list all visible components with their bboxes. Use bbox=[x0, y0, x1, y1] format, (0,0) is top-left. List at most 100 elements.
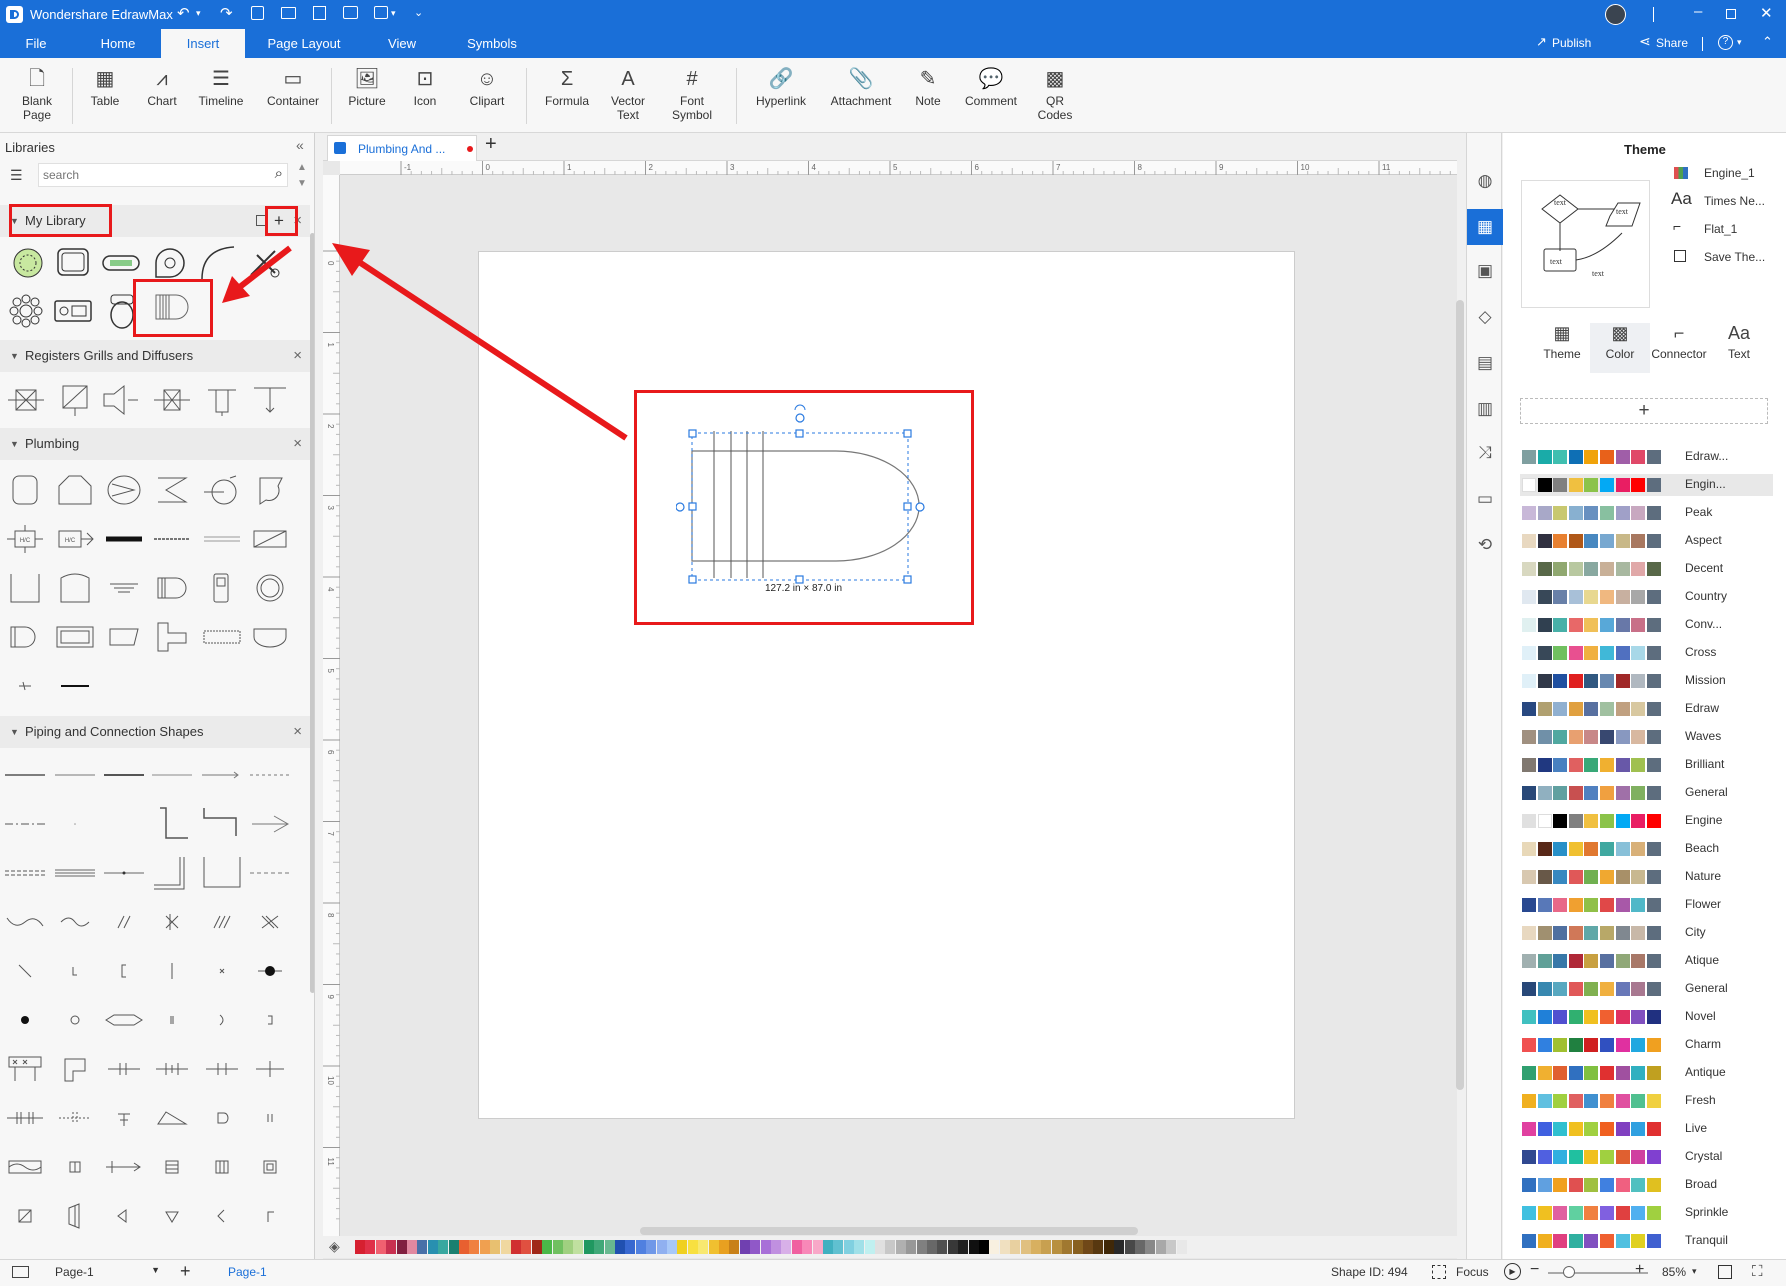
zoom-out-icon[interactable]: − bbox=[1530, 1261, 1539, 1279]
hyperlink-button[interactable]: 🔗 Hyperlink bbox=[749, 64, 813, 128]
theme-preview[interactable]: text text text text bbox=[1521, 180, 1650, 308]
page-icon[interactable]: ▤ bbox=[1467, 345, 1503, 381]
color-swatch[interactable] bbox=[1145, 1240, 1156, 1254]
palette-row[interactable]: Crystal bbox=[1520, 1146, 1773, 1168]
library-shape[interactable] bbox=[55, 1051, 95, 1087]
palette-row[interactable]: Cross bbox=[1520, 642, 1773, 664]
color-swatch[interactable] bbox=[469, 1240, 480, 1254]
timeline-button[interactable]: ☰ Timeline bbox=[190, 64, 252, 128]
palette-row[interactable]: Live bbox=[1520, 1118, 1773, 1140]
palette-row[interactable]: Peak bbox=[1520, 502, 1773, 524]
library-shape[interactable]: H/C bbox=[55, 521, 95, 557]
color-swatch[interactable] bbox=[791, 1240, 802, 1254]
library-shape[interactable] bbox=[55, 904, 95, 940]
color-swatch[interactable] bbox=[916, 1240, 927, 1254]
color-swatch[interactable] bbox=[812, 1240, 823, 1254]
open-folder-icon[interactable] bbox=[281, 7, 296, 19]
library-shape[interactable] bbox=[104, 904, 144, 940]
palette-row[interactable]: Edraw... bbox=[1520, 446, 1773, 468]
color-swatch[interactable] bbox=[833, 1240, 844, 1254]
color-swatch[interactable] bbox=[719, 1240, 729, 1254]
color-swatch[interactable] bbox=[656, 1240, 667, 1254]
color-swatch[interactable] bbox=[479, 1240, 490, 1254]
library-shape[interactable] bbox=[202, 904, 242, 940]
library-shape[interactable] bbox=[250, 1100, 290, 1136]
library-shape[interactable] bbox=[5, 806, 45, 842]
palette-row[interactable]: City bbox=[1520, 922, 1773, 944]
color-swatch[interactable] bbox=[823, 1240, 833, 1254]
color-swatch[interactable] bbox=[989, 1240, 1000, 1254]
color-swatch[interactable] bbox=[1062, 1240, 1073, 1254]
library-shape[interactable] bbox=[5, 1149, 45, 1185]
user-avatar[interactable] bbox=[1605, 4, 1626, 25]
color-swatch[interactable] bbox=[542, 1240, 553, 1254]
drawing-page[interactable] bbox=[478, 251, 1295, 1119]
theme-option[interactable]: Times Ne... bbox=[1704, 194, 1765, 208]
color-swatch[interactable] bbox=[552, 1240, 563, 1254]
picture-button[interactable]: 🖼 Picture bbox=[342, 64, 392, 128]
library-shape[interactable] bbox=[250, 855, 290, 891]
color-swatch[interactable] bbox=[781, 1240, 792, 1254]
library-menu-icon[interactable]: ☰ bbox=[10, 167, 23, 184]
library-shape[interactable] bbox=[250, 472, 290, 508]
palette-row[interactable]: Conv... bbox=[1520, 614, 1773, 636]
share-icon[interactable]: ⋖ bbox=[1639, 33, 1651, 50]
library-shape[interactable] bbox=[152, 953, 192, 989]
palette-row[interactable]: Country bbox=[1520, 586, 1773, 608]
vector-text-button[interactable]: A Vector Text bbox=[604, 64, 652, 128]
color-swatch[interactable] bbox=[573, 1240, 584, 1254]
horizontal-scrollbar[interactable] bbox=[640, 1227, 1138, 1235]
color-swatch[interactable] bbox=[1031, 1240, 1041, 1254]
library-shape[interactable] bbox=[202, 619, 242, 655]
palette-row[interactable]: General bbox=[1520, 782, 1773, 804]
palette-row[interactable]: Engine bbox=[1520, 810, 1773, 832]
palette-row[interactable]: Broad bbox=[1520, 1174, 1773, 1196]
library-shape[interactable] bbox=[202, 1149, 242, 1185]
color-swatch[interactable] bbox=[875, 1240, 885, 1254]
library-shape[interactable] bbox=[250, 757, 290, 793]
library-scrollbar[interactable] bbox=[310, 233, 314, 993]
dropdown-arrow-icon[interactable]: ▾ bbox=[391, 8, 396, 19]
color-swatch[interactable] bbox=[1093, 1240, 1104, 1254]
search-input[interactable] bbox=[43, 165, 253, 185]
document-tab[interactable]: Plumbing And ... bbox=[327, 135, 477, 161]
container-button[interactable]: ▭ Container bbox=[260, 64, 326, 128]
library-shape[interactable] bbox=[104, 472, 144, 508]
more-icon[interactable]: ⌄ bbox=[414, 6, 423, 19]
color-swatch[interactable] bbox=[1083, 1240, 1093, 1254]
library-shape[interactable] bbox=[55, 1149, 95, 1185]
library-shape[interactable] bbox=[250, 806, 290, 842]
close-icon[interactable]: ✕ bbox=[1760, 4, 1773, 22]
color-swatch[interactable] bbox=[1051, 1240, 1062, 1254]
library-shape[interactable] bbox=[152, 570, 192, 606]
color-swatch[interactable] bbox=[698, 1240, 709, 1254]
palette-row[interactable]: Engin... bbox=[1520, 474, 1773, 496]
tab-color[interactable]: ▩ Color bbox=[1590, 323, 1650, 373]
library-shape[interactable] bbox=[5, 1100, 45, 1136]
library-shape[interactable] bbox=[202, 472, 242, 508]
menu-file[interactable]: File bbox=[10, 29, 62, 58]
registers-section-header[interactable]: ▼ Registers Grills and Diffusers × bbox=[0, 340, 310, 372]
library-shape[interactable] bbox=[152, 855, 192, 891]
history-icon[interactable]: ⟲ bbox=[1467, 527, 1503, 563]
menu-page-layout[interactable]: Page Layout bbox=[262, 29, 346, 58]
library-shape[interactable] bbox=[5, 904, 45, 940]
library-shape[interactable] bbox=[202, 1051, 242, 1087]
palette-row[interactable]: Tranquil bbox=[1520, 1230, 1773, 1252]
color-swatch[interactable] bbox=[958, 1240, 969, 1254]
menu-home[interactable]: Home bbox=[88, 29, 148, 58]
library-shape[interactable] bbox=[202, 1100, 242, 1136]
library-shape[interactable] bbox=[152, 1002, 192, 1038]
library-shape[interactable] bbox=[104, 1051, 144, 1087]
comment-button[interactable]: 💬 Comment bbox=[960, 64, 1022, 128]
palette-row[interactable]: Mission bbox=[1520, 670, 1773, 692]
add-palette-button[interactable]: + bbox=[1520, 398, 1768, 424]
color-swatch[interactable] bbox=[1135, 1240, 1145, 1254]
maximize-icon[interactable] bbox=[1726, 9, 1736, 19]
color-swatch[interactable] bbox=[386, 1240, 397, 1254]
library-shape[interactable] bbox=[202, 953, 242, 989]
color-swatch[interactable] bbox=[750, 1240, 761, 1254]
color-swatch[interactable] bbox=[604, 1240, 615, 1254]
library-shape[interactable] bbox=[198, 245, 238, 281]
vertical-scrollbar[interactable] bbox=[1456, 300, 1464, 1090]
